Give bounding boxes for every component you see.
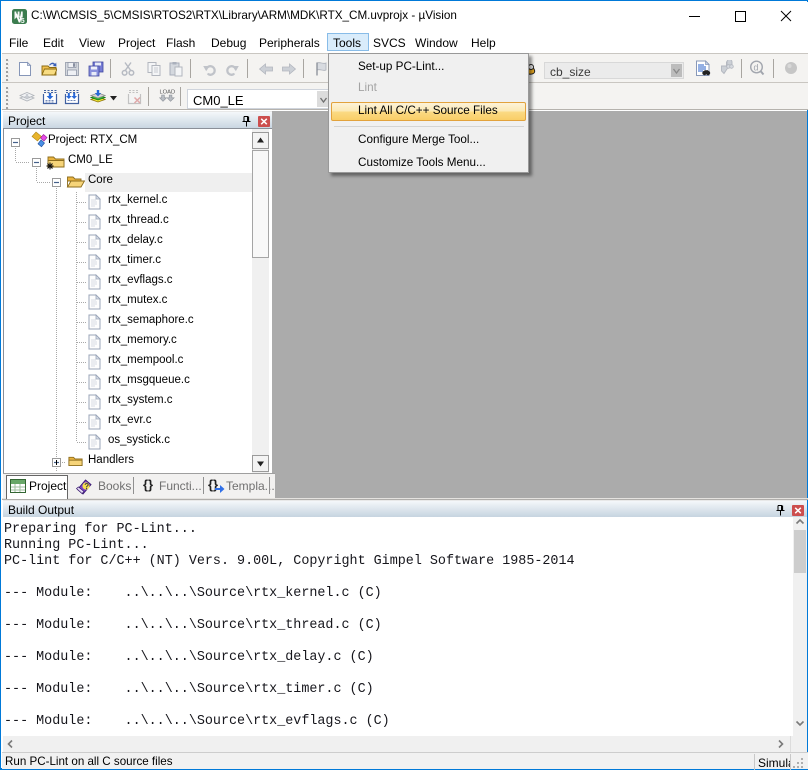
svg-text:LOAD: LOAD xyxy=(159,89,175,95)
svg-text:d: d xyxy=(754,63,759,73)
svg-text:5: 5 xyxy=(21,18,25,24)
svg-text:?: ? xyxy=(84,482,89,491)
